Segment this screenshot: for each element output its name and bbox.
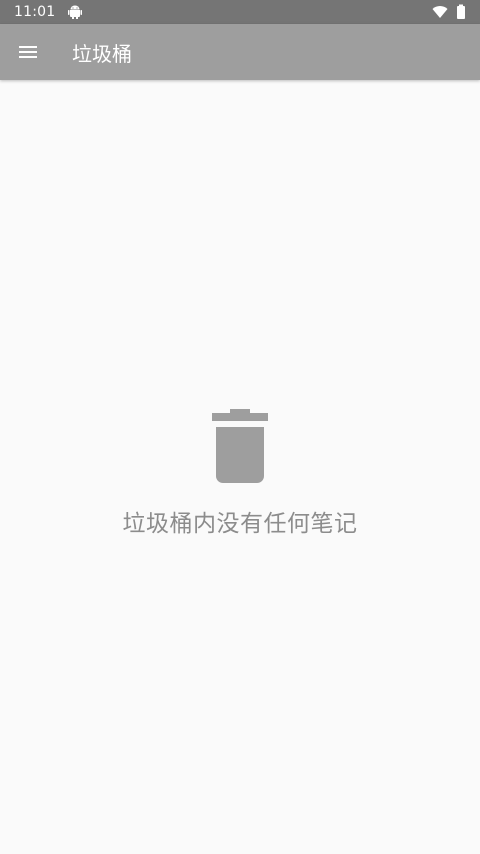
hamburger-menu-icon xyxy=(18,44,38,60)
battery-icon xyxy=(456,4,466,20)
empty-message: 垃圾桶内没有任何笔记 xyxy=(122,511,358,537)
empty-state: 垃圾桶内没有任何笔记 xyxy=(0,408,480,538)
page-title: 垃圾桶 xyxy=(72,41,132,66)
wifi-icon xyxy=(432,4,448,20)
status-time: 11:01 xyxy=(14,4,56,20)
trash-icon xyxy=(211,408,269,484)
app-toolbar: 垃圾桶 xyxy=(0,24,480,80)
status-icons xyxy=(432,4,466,20)
android-icon xyxy=(67,4,83,20)
status-bar: 11:01 xyxy=(0,0,480,24)
menu-button[interactable] xyxy=(0,24,56,80)
